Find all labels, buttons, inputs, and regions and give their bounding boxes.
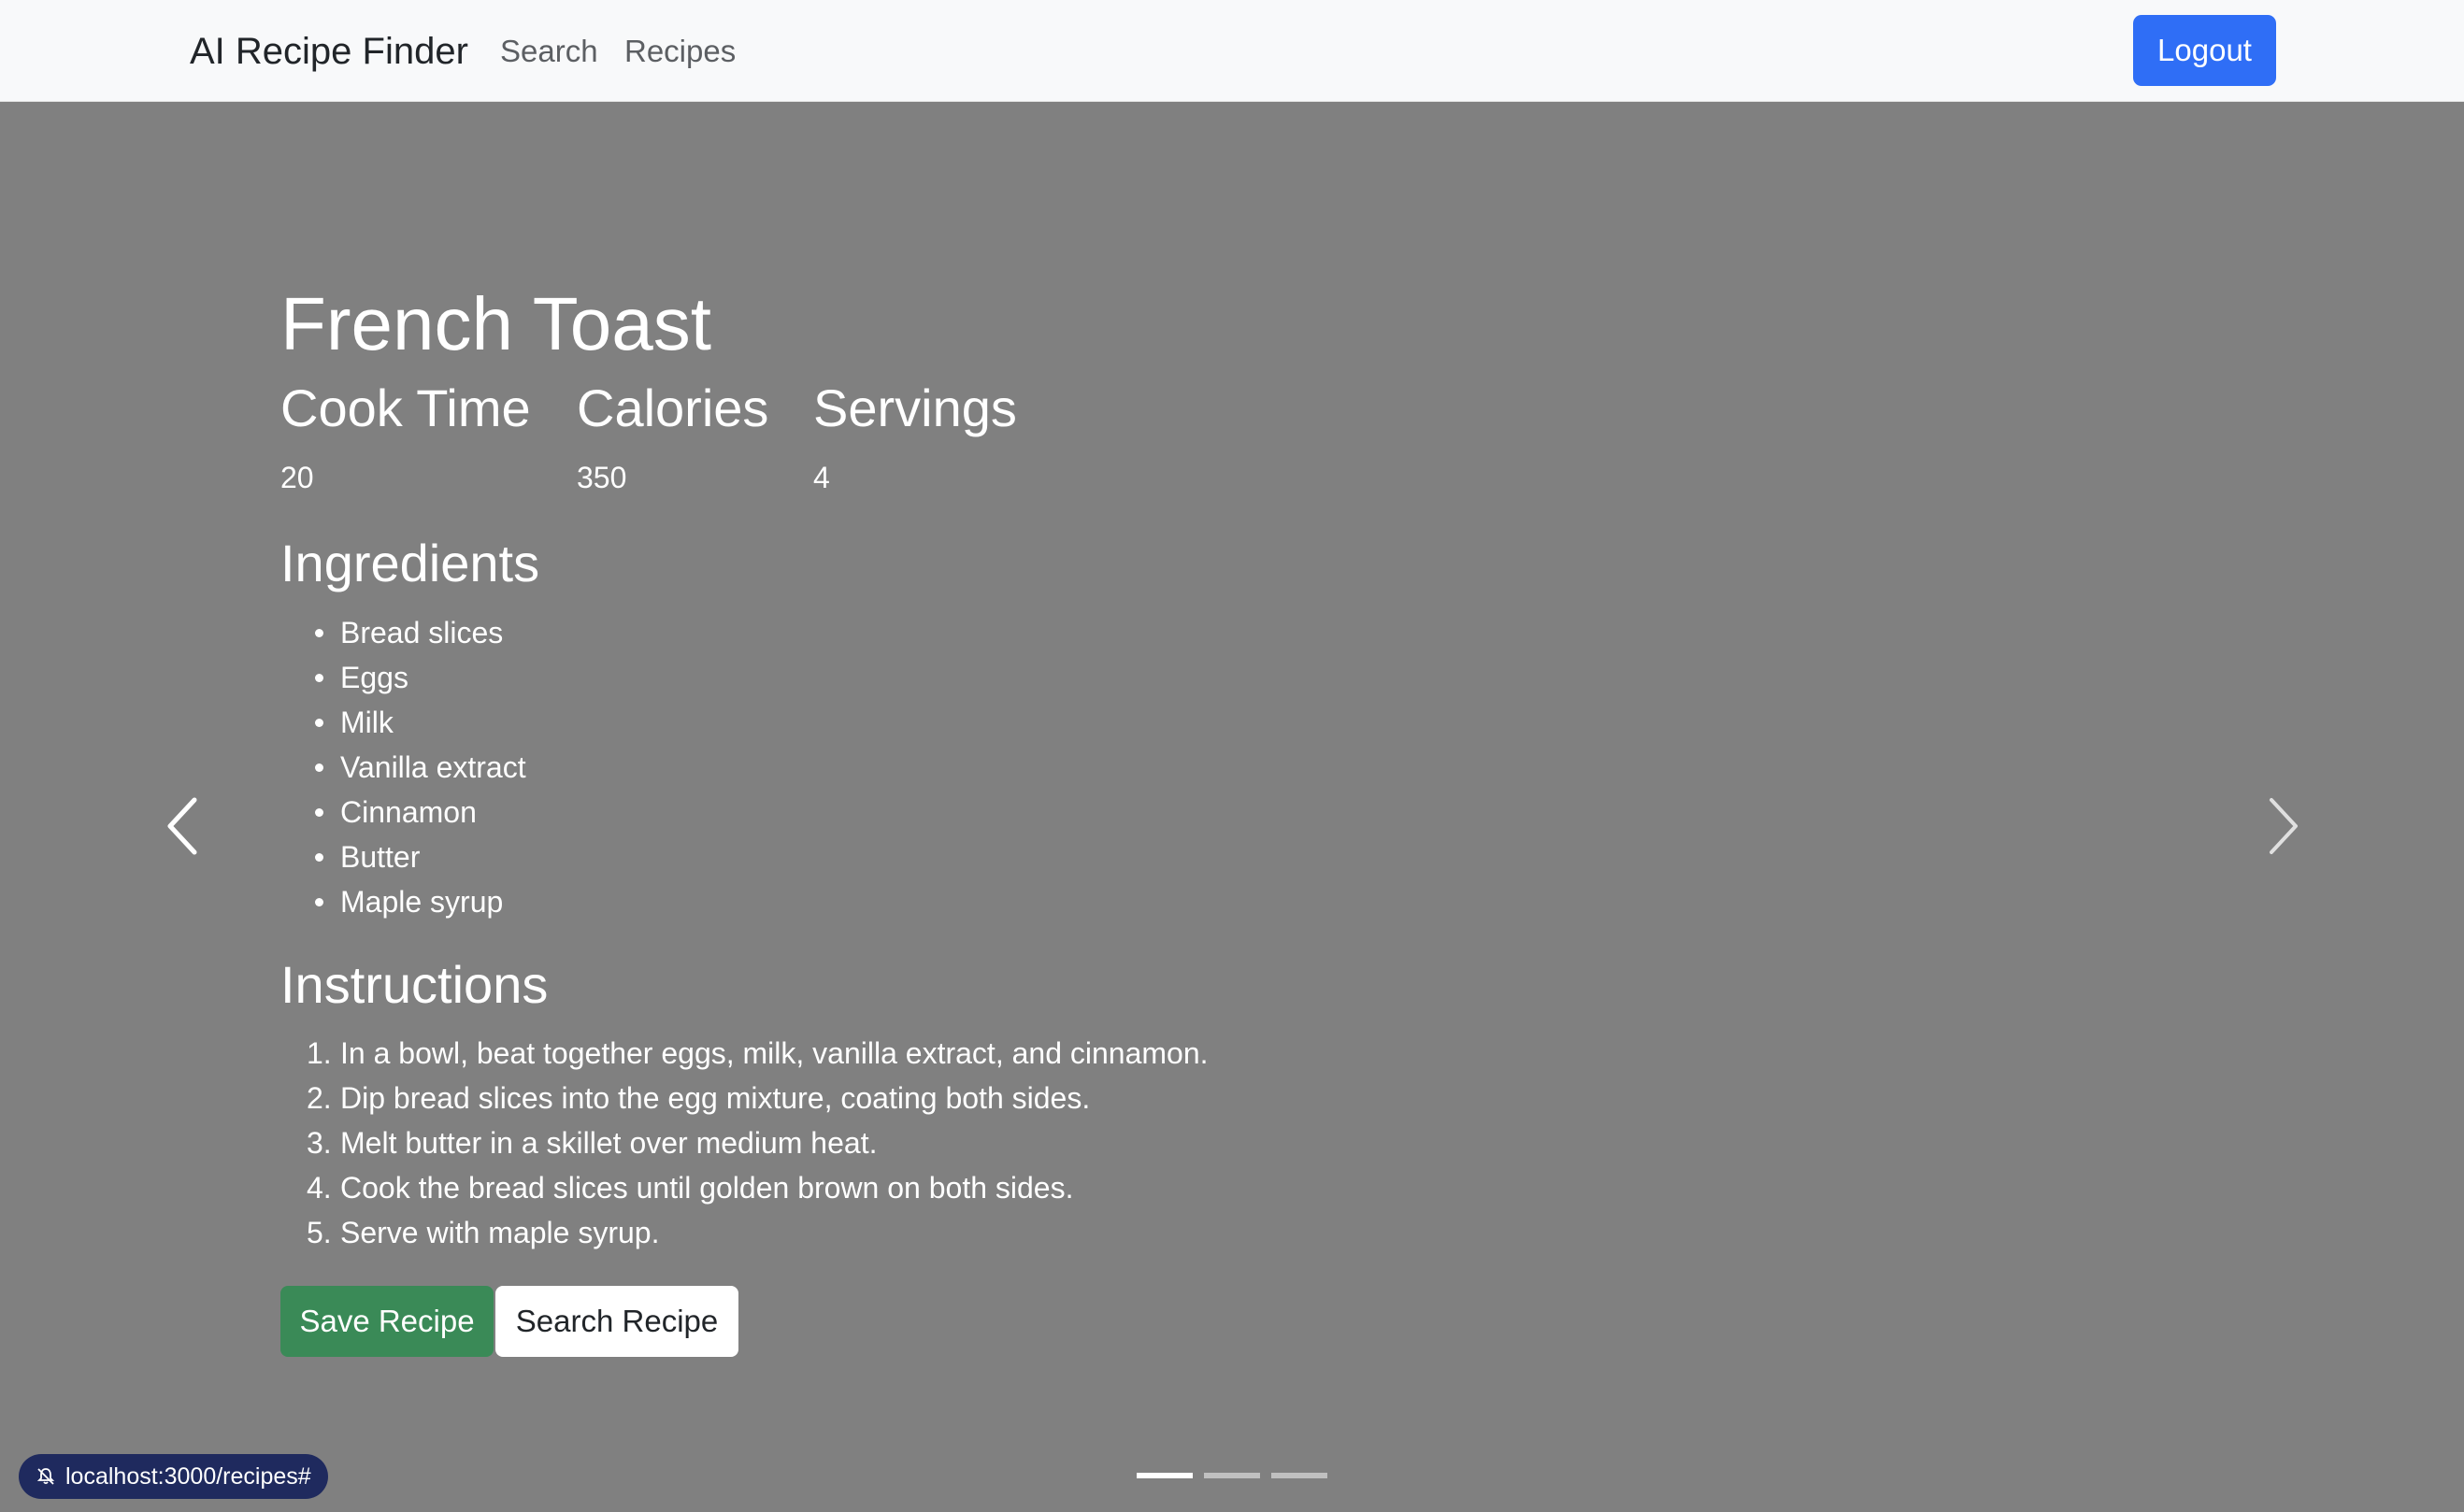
servings-value: 4 [813, 461, 830, 494]
ingredient-item: Cinnamon [280, 790, 526, 834]
status-bar-url: localhost:3000/recipes# [19, 1454, 328, 1499]
step-text: In a bowl, beat together eggs, milk, van… [340, 1036, 1209, 1070]
action-buttons: Save Recipe Search Recipe [280, 1286, 738, 1357]
carousel-next-button[interactable] [2253, 789, 2309, 863]
step-number: 4. [307, 1171, 332, 1205]
step-text: Melt butter in a skillet over medium hea… [340, 1126, 878, 1160]
nav-link-search[interactable]: Search [500, 30, 598, 73]
ingredient-item: Bread slices [280, 610, 526, 655]
ingredient-item: Maple syrup [280, 879, 526, 924]
step-text: Serve with maple syrup. [340, 1216, 660, 1249]
stat-calories: Calories 350 [577, 377, 769, 494]
stat-cook-time: Cook Time 20 [280, 377, 531, 494]
ingredient-item: Milk [280, 700, 526, 745]
step-number: 2. [307, 1081, 332, 1115]
calories-label: Calories [577, 378, 769, 437]
carousel-indicator-3[interactable] [1271, 1473, 1327, 1478]
status-url-text: localhost:3000/recipes# [65, 1463, 311, 1490]
step-number: 1. [307, 1036, 332, 1070]
chevron-left-icon [167, 797, 197, 855]
navbar: AI Recipe Finder Search Recipes Logout [0, 0, 2464, 102]
carousel-indicator-1[interactable] [1137, 1473, 1193, 1478]
carousel-indicator-2[interactable] [1204, 1473, 1260, 1478]
step-number: 3. [307, 1126, 332, 1160]
instruction-step: 5. Serve with maple syrup. [280, 1210, 1209, 1255]
ingredients-heading: Ingredients [280, 534, 540, 592]
calories-value: 350 [577, 461, 627, 494]
recipe-title: French Toast [280, 282, 711, 365]
nav-link-recipes[interactable]: Recipes [624, 30, 736, 73]
recipe-carousel: French Toast Cook Time 20 Calories 350 S… [0, 102, 2464, 1512]
instruction-step: 2. Dip bread slices into the egg mixture,… [280, 1076, 1209, 1120]
carousel-indicators [1137, 1473, 1339, 1478]
ingredients-list: Bread slices Eggs Milk Vanilla extract C… [280, 610, 526, 924]
logout-button[interactable]: Logout [2133, 15, 2276, 86]
stat-servings: Servings 4 [813, 377, 1017, 494]
brand-logo-text[interactable]: AI Recipe Finder [190, 26, 468, 77]
cook-time-value: 20 [280, 461, 314, 494]
instruction-step: 1. In a bowl, beat together eggs, milk, v… [280, 1031, 1209, 1076]
search-recipe-button[interactable]: Search Recipe [495, 1286, 738, 1357]
cook-time-label: Cook Time [280, 378, 531, 437]
ingredient-item: Eggs [280, 655, 526, 700]
instruction-step: 4. Cook the bread slices until golden bro… [280, 1165, 1209, 1210]
servings-label: Servings [813, 378, 1017, 437]
step-text: Dip bread slices into the egg mixture, c… [340, 1081, 1091, 1115]
ingredient-item: Butter [280, 834, 526, 879]
chevron-right-icon [2270, 798, 2298, 854]
instruction-step: 3. Melt butter in a skillet over medium h… [280, 1120, 1209, 1165]
instructions-heading: Instructions [280, 955, 549, 1014]
instructions-list: 1. In a bowl, beat together eggs, milk, v… [280, 1031, 1209, 1255]
step-text: Cook the bread slices until golden brown… [340, 1171, 1074, 1205]
ingredient-item: Vanilla extract [280, 745, 526, 790]
step-number: 5. [307, 1216, 332, 1249]
bell-slash-icon [36, 1468, 55, 1485]
save-recipe-button[interactable]: Save Recipe [280, 1286, 494, 1357]
carousel-prev-button[interactable] [157, 789, 213, 863]
